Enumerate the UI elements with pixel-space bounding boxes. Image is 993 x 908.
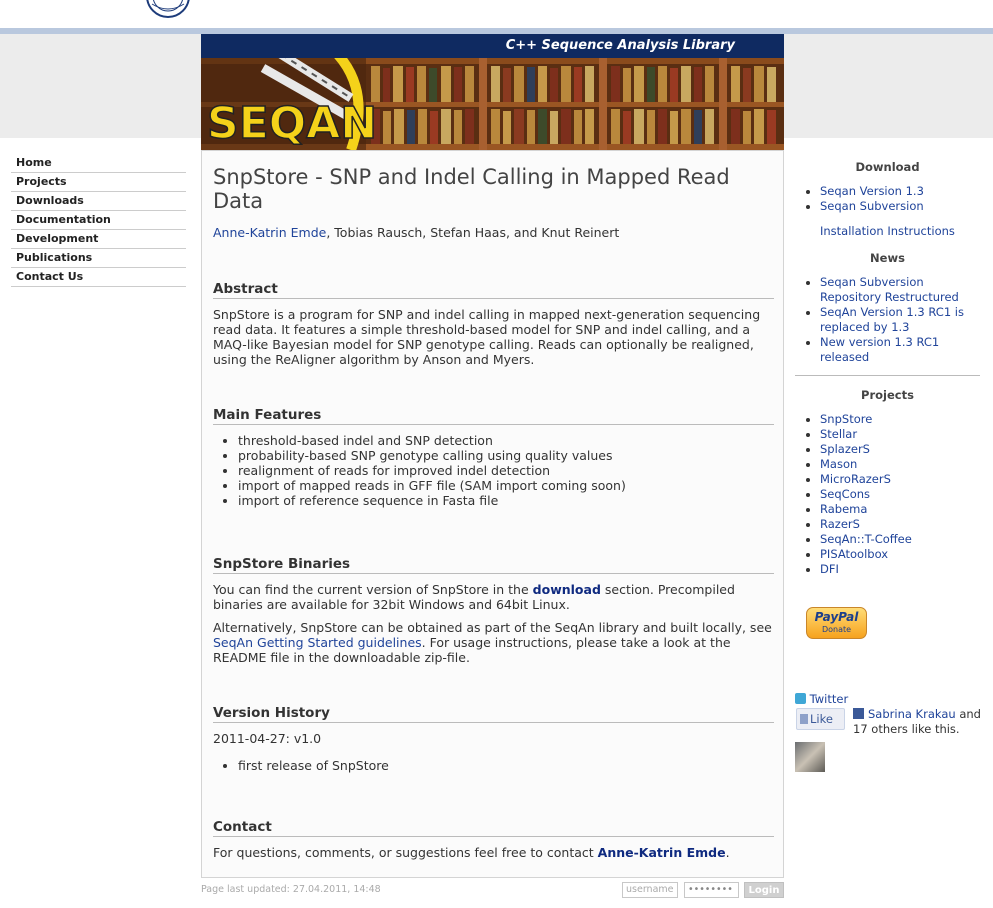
nav-documentation[interactable]: Documentation xyxy=(11,211,186,230)
nav-development[interactable]: Development xyxy=(11,230,186,249)
history-heading: Version History xyxy=(213,706,774,723)
nav-downloads[interactable]: Downloads xyxy=(11,192,186,211)
project-link[interactable]: SeqCons xyxy=(820,487,870,501)
facebook-friend-link[interactable]: Sabrina Krakau xyxy=(868,707,956,721)
author-link[interactable]: Anne-Katrin Emde xyxy=(213,225,326,240)
twitter-link[interactable]: Twitter xyxy=(795,692,848,706)
binaries-heading: SnpStore Binaries xyxy=(213,557,774,574)
authors-line: Anne-Katrin Emde, Tobias Rausch, Stefan … xyxy=(213,225,772,240)
bookshelf-image: SEQAN xyxy=(201,58,784,150)
login-button[interactable]: Login xyxy=(744,882,784,898)
project-link[interactable]: SplazerS xyxy=(820,442,870,456)
project-link[interactable]: SeqAn::T-Coffee xyxy=(820,532,912,546)
project-link[interactable]: DFI xyxy=(820,562,839,576)
news-heading: News xyxy=(870,251,905,265)
list-item: threshold-based indel and SNP detection xyxy=(238,433,774,448)
download-heading: Download xyxy=(855,160,920,174)
username-input[interactable]: username xyxy=(622,882,678,898)
contact-section: Contact For questions, comments, or sugg… xyxy=(213,820,774,868)
like-label: Like xyxy=(810,712,833,726)
donate-label: Donate xyxy=(821,625,852,634)
getting-started-link[interactable]: SeqAn Getting Started guidelines xyxy=(213,635,422,650)
download-list: Seqan Version 1.3 Seqan Subversion xyxy=(795,184,980,214)
list-item: import of reference sequence in Fasta fi… xyxy=(238,493,774,508)
university-seal-logo xyxy=(140,0,196,18)
history-list: first release of SnpStore xyxy=(213,758,774,773)
projects-heading: Projects xyxy=(861,388,914,402)
main-content: SnpStore - SNP and Indel Calling in Mapp… xyxy=(201,150,784,878)
features-list: threshold-based indel and SNP detection … xyxy=(213,433,774,508)
projects-list: SnpStore Stellar SplazerS Mason MicroRaz… xyxy=(795,412,980,577)
nav-home[interactable]: Home xyxy=(11,154,186,173)
nav-contact-us[interactable]: Contact Us xyxy=(11,268,186,287)
abstract-text: SnpStore is a program for SNP and indel … xyxy=(213,307,761,367)
left-navigation: Home Projects Downloads Documentation De… xyxy=(11,154,186,287)
top-bar xyxy=(0,0,993,28)
thumbs-up-icon xyxy=(800,714,808,724)
sidebar-divider xyxy=(795,375,980,376)
project-link[interactable]: Stellar xyxy=(820,427,857,441)
avatar[interactable] xyxy=(795,742,825,772)
contact-text: For questions, comments, or suggestions … xyxy=(213,845,730,860)
twitter-icon xyxy=(795,693,806,704)
banner-tagline: C++ Sequence Analysis Library xyxy=(505,38,735,53)
binaries-paragraph-2: Alternatively, SnpStore can be obtained … xyxy=(213,620,772,665)
news-item-link[interactable]: Seqan Subversion Repository Restructured xyxy=(820,275,959,304)
facebook-like-button[interactable]: Like xyxy=(796,708,845,730)
project-link[interactable]: Mason xyxy=(820,457,857,471)
abstract-section: Abstract SnpStore is a program for SNP a… xyxy=(213,282,774,375)
download-subversion-link[interactable]: Seqan Subversion xyxy=(820,199,924,213)
features-section: Main Features threshold-based indel and … xyxy=(213,408,774,508)
facebook-like-text: Sabrina Krakau and 17 others like this. xyxy=(853,707,981,736)
project-link[interactable]: PISAtoolbox xyxy=(820,547,888,561)
paypal-logo: PayPal xyxy=(814,610,859,624)
nav-publications[interactable]: Publications xyxy=(11,249,186,268)
password-input[interactable]: •••••••• xyxy=(684,882,739,898)
right-sidebar: Download Seqan Version 1.3 Seqan Subvers… xyxy=(795,160,980,577)
list-item: realignment of reads for improved indel … xyxy=(238,463,774,478)
history-section: Version History 2011-04-27: v1.0 first r… xyxy=(213,706,774,773)
binaries-paragraph-1: You can find the current version of SnpS… xyxy=(213,582,735,612)
site-banner[interactable]: C++ Sequence Analysis Library SEQAN xyxy=(201,34,784,150)
contact-author-link[interactable]: Anne-Katrin Emde xyxy=(598,845,726,860)
download-seqan-1-3-link[interactable]: Seqan Version 1.3 xyxy=(820,184,924,198)
list-item: probability-based SNP genotype calling u… xyxy=(238,448,774,463)
list-item: import of mapped reads in GFF file (SAM … xyxy=(238,478,774,493)
page-last-updated: Page last updated: 27.04.2011, 14:48 xyxy=(201,884,381,895)
history-date: 2011-04-27: v1.0 xyxy=(213,731,322,746)
installation-instructions-link[interactable]: Installation Instructions xyxy=(820,224,955,238)
banner-tagline-bar: C++ Sequence Analysis Library xyxy=(201,34,784,58)
nav-projects[interactable]: Projects xyxy=(11,173,186,192)
project-link[interactable]: MicroRazerS xyxy=(820,472,891,486)
twitter-label: Twitter xyxy=(809,692,849,706)
facebook-icon xyxy=(853,708,864,719)
news-list: Seqan Subversion Repository Restructured… xyxy=(795,275,980,365)
paypal-donate-button[interactable]: PayPal Donate xyxy=(806,607,867,639)
project-link[interactable]: RazerS xyxy=(820,517,860,531)
news-item-link[interactable]: New version 1.3 RC1 released xyxy=(820,335,939,364)
binaries-section: SnpStore Binaries You can find the curre… xyxy=(213,557,774,673)
seqan-logo: SEQAN xyxy=(207,98,377,149)
footer-band xyxy=(0,880,993,908)
news-item-link[interactable]: SeqAn Version 1.3 RC1 is replaced by 1.3 xyxy=(820,305,964,334)
features-heading: Main Features xyxy=(213,408,774,425)
project-link[interactable]: SnpStore xyxy=(820,412,872,426)
abstract-heading: Abstract xyxy=(213,282,774,299)
list-item: first release of SnpStore xyxy=(238,758,774,773)
download-link[interactable]: download xyxy=(533,582,601,597)
project-link[interactable]: Rabema xyxy=(820,502,867,516)
page-title: SnpStore - SNP and Indel Calling in Mapp… xyxy=(213,165,730,213)
contact-heading: Contact xyxy=(213,820,774,837)
authors-rest: , Tobias Rausch, Stefan Haas, and Knut R… xyxy=(326,225,620,240)
